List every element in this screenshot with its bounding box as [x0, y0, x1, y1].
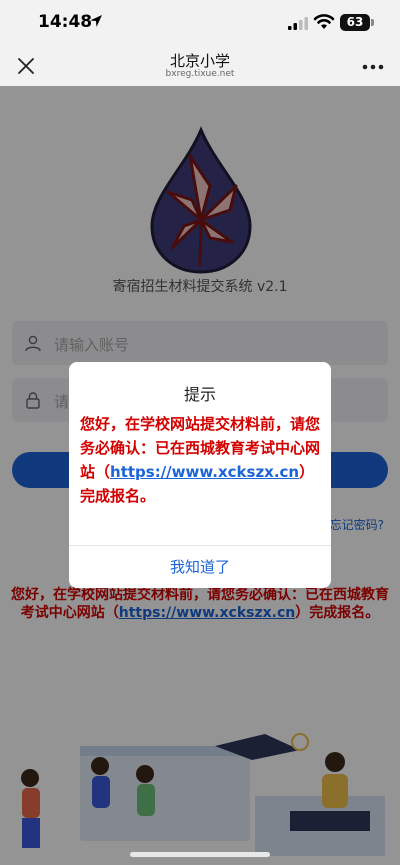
wifi-icon	[313, 14, 335, 29]
page-domain: bxreg.tixue.net	[165, 69, 235, 79]
notice-dialog: 提示 您好，在学校网站提交材料前，请您务必确认：已在西城教育考试中心网站（htt…	[69, 362, 331, 588]
location-arrow-icon	[90, 15, 102, 27]
dialog-link[interactable]: https://www.xckszx.cn	[110, 463, 299, 481]
home-indicator	[130, 852, 270, 857]
status-bar: 14:48 63	[0, 0, 400, 46]
page-title: 北京小学	[169, 52, 230, 70]
more-icon[interactable]	[362, 64, 384, 70]
battery-nub	[371, 19, 374, 26]
dialog-confirm-button[interactable]: 我知道了	[69, 546, 331, 588]
battery-indicator: 63	[340, 14, 370, 31]
nav-bar: 北京小学 bxreg.tixue.net	[0, 46, 400, 86]
dialog-title: 提示	[183, 385, 216, 404]
dialog-message: 您好，在学校网站提交材料前，请您务必确认：已在西城教育考试中心网站（https:…	[80, 412, 322, 508]
status-time: 14:48	[38, 12, 93, 32]
cellular-signal-icon	[288, 17, 308, 30]
